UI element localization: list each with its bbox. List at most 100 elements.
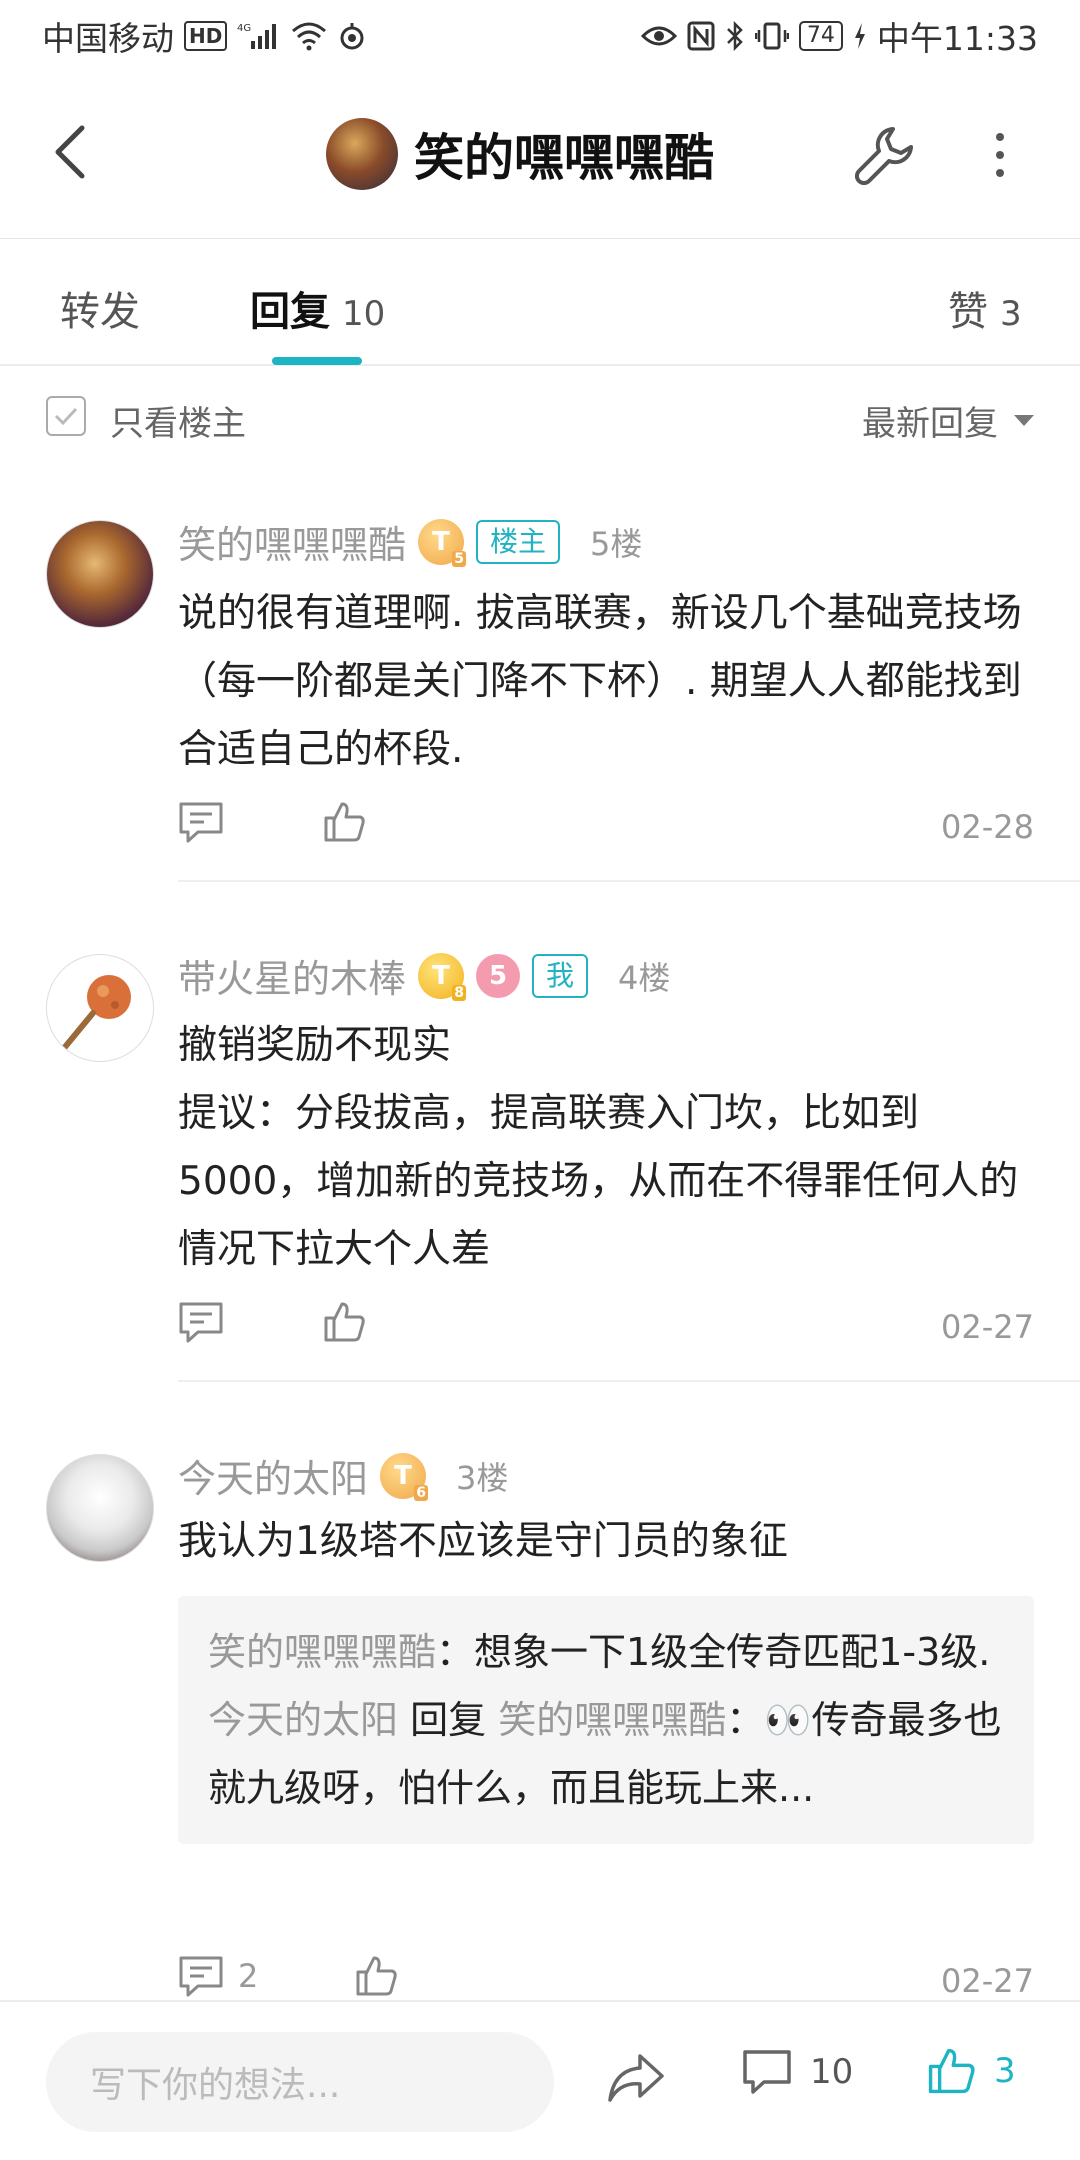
reply-actions: 02-28: [178, 800, 1034, 860]
comment-icon: [743, 2050, 791, 2094]
me-tag: 我: [532, 953, 589, 998]
only-op-checkbox[interactable]: [46, 396, 86, 436]
signal-icon: 4G: [237, 21, 281, 51]
like-button[interactable]: [354, 1954, 398, 1998]
comment-count: 2: [238, 1957, 259, 1995]
like-button[interactable]: [322, 1300, 366, 1344]
charging-icon: [853, 22, 867, 50]
matchstick-icon: [62, 975, 131, 1050]
nfc-icon: [687, 21, 715, 51]
comment-button[interactable]: 2: [178, 1954, 258, 1998]
comments-button[interactable]: 10: [742, 2048, 853, 2096]
level-badge: T8: [418, 952, 467, 1001]
sub-reply-username[interactable]: 今天的太阳: [208, 1698, 398, 1742]
divider: [178, 880, 1080, 882]
reply-content: 说的很有道理啊. 拔高联赛，新设几个基础竞技场（每一阶都是关门降不下杯）. 期望…: [178, 591, 1022, 772]
reply-actions: 02-27: [178, 1300, 1034, 1360]
reply-meta: 今天的太阳 T6 3楼: [178, 1448, 508, 1503]
active-tab-indicator: [272, 357, 362, 365]
thumbs-up-icon: [356, 1956, 397, 1996]
reply-input[interactable]: 写下你的想法...: [46, 2032, 554, 2132]
content-line: 提议：分段拔高，提高联赛入门坎，比如到5000，增加新的竞技场，从而在不得罪任何…: [178, 1091, 1019, 1272]
share-button[interactable]: [606, 2048, 666, 2108]
user-avatar[interactable]: [46, 954, 154, 1062]
author-avatar[interactable]: [326, 118, 398, 190]
tab-bar: 转发 回复 10 赞 3: [0, 238, 1080, 366]
like-button[interactable]: [322, 800, 366, 844]
clock-label: 中午11:33: [876, 19, 1038, 58]
top-nav-bar: 笑的嘿嘿嘿酷: [0, 72, 1080, 238]
more-options-button[interactable]: [975, 120, 1025, 190]
sub-reply[interactable]: 笑的嘿嘿嘿酷：想象一下1级全传奇匹配1-3级.: [208, 1618, 1004, 1686]
status-bar: 中国移动 HD 4G 74 中午11:33: [0, 0, 1080, 72]
hd-icon: HD: [184, 21, 228, 51]
fan-badge: 5: [476, 953, 521, 998]
username[interactable]: 带火星的木棒: [178, 948, 406, 1003]
comment-button[interactable]: [178, 800, 224, 844]
op-tag: 楼主: [476, 519, 561, 564]
chevron-down-icon: [1014, 415, 1034, 426]
more-dot: [996, 133, 1004, 141]
comment-icon: [179, 1956, 223, 1997]
carrier-label: 中国移动: [42, 19, 174, 58]
username[interactable]: 笑的嘿嘿嘿酷: [178, 514, 406, 569]
separator: ：: [726, 1698, 765, 1742]
user-avatar[interactable]: [46, 520, 154, 628]
tab-count: 10: [342, 294, 386, 334]
eye-icon: [640, 23, 677, 49]
floor-number: 3楼: [456, 1458, 509, 1497]
sub-reply[interactable]: 今天的太阳 回复 笑的嘿嘿嘿酷：👀传奇最多也就九级呀，怕什么，而且能玩上来...: [208, 1686, 1004, 1822]
vibrate-icon: [754, 21, 789, 51]
reply-meta: 笑的嘿嘿嘿酷 T5 楼主 5楼: [178, 514, 642, 569]
tab-replies[interactable]: 回复 10: [250, 279, 385, 337]
sort-dropdown[interactable]: 最新回复: [862, 396, 1034, 445]
reply-date: 02-28: [941, 808, 1034, 846]
wrench-icon: [854, 127, 913, 186]
floor-number: 5楼: [590, 524, 643, 563]
tab-label: 转发: [60, 289, 140, 335]
svg-text:4G: 4G: [237, 23, 251, 34]
back-arrow-icon: [55, 125, 85, 179]
share-icon: [608, 2054, 664, 2102]
comment-button[interactable]: [178, 1300, 224, 1344]
username[interactable]: 今天的太阳: [178, 1448, 368, 1503]
bottom-action-bar: 写下你的想法... 10 3: [0, 2000, 1080, 2160]
more-dot: [996, 169, 1004, 177]
back-button[interactable]: [40, 122, 100, 182]
tab-likes[interactable]: 赞 3: [948, 279, 1022, 337]
reply-date: 02-27: [941, 1962, 1034, 2000]
separator: ：: [436, 1630, 475, 1674]
manage-button[interactable]: [850, 120, 920, 190]
sub-reply-username[interactable]: 笑的嘿嘿嘿酷: [208, 1630, 436, 1674]
status-left: 中国移动 HD 4G: [42, 12, 367, 60]
floor-number: 4楼: [618, 958, 671, 997]
like-post-button[interactable]: 3: [926, 2046, 1016, 2096]
reply-keyword: 回复: [398, 1698, 499, 1742]
tab-label: 赞: [948, 289, 988, 335]
thumbs-up-icon: [928, 2048, 975, 2094]
reply-content: 撤销奖励不现实 提议：分段拔高，提高联赛入门坎，比如到5000，增加新的竞技场，…: [178, 1012, 1038, 1284]
battery-icon: 74: [798, 21, 843, 51]
reply-content: 我认为1级塔不应该是守门员的象征: [178, 1519, 788, 1564]
post-author-header[interactable]: 笑的嘿嘿嘿酷: [326, 118, 714, 190]
thumbs-up-icon: [324, 802, 365, 842]
thumbs-up-icon: [324, 1302, 365, 1342]
like-total: 3: [994, 2051, 1016, 2091]
tab-forward[interactable]: 转发: [60, 279, 140, 337]
reply-to-username[interactable]: 笑的嘿嘿嘿酷: [498, 1698, 726, 1742]
user-avatar[interactable]: [46, 1454, 154, 1562]
content-line: 撤销奖励不现实: [178, 1023, 452, 1068]
sub-reply-text: 想象一下1级全传奇匹配1-3级.: [474, 1630, 991, 1674]
comment-icon: [179, 802, 223, 843]
filter-row: 只看楼主 最新回复: [0, 366, 1080, 470]
sort-label: 最新回复: [862, 404, 998, 444]
divider: [178, 1380, 1080, 1382]
page-title: 笑的嘿嘿嘿酷: [414, 129, 714, 187]
reply-date: 02-27: [941, 1308, 1034, 1346]
sub-replies-box[interactable]: 笑的嘿嘿嘿酷：想象一下1级全传奇匹配1-3级. 今天的太阳 回复 笑的嘿嘿嘿酷：…: [178, 1596, 1034, 1844]
level-badge: T6: [380, 1452, 429, 1501]
only-op-label[interactable]: 只看楼主: [110, 396, 246, 445]
wifi-icon: [291, 21, 327, 51]
more-dot: [996, 151, 1004, 159]
status-right: 74 中午11:33: [640, 12, 1038, 60]
